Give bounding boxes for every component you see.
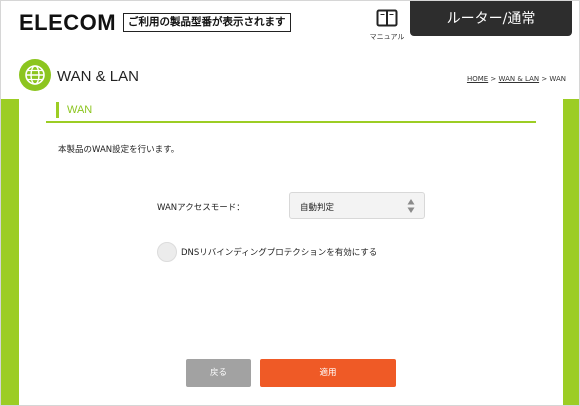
breadcrumb: HOME > WAN & LAN > WAN [467,75,566,83]
breadcrumb-separator: > [488,75,499,83]
right-accent-band [563,99,579,405]
page-title: WAN & LAN [57,68,139,85]
section-divider [46,121,536,123]
breadcrumb-home-link[interactable]: HOME [467,75,488,83]
updown-arrows-icon [407,198,415,214]
apply-button[interactable]: 適用 [260,359,396,387]
elecom-logo: ELECOM [19,10,117,35]
breadcrumb-separator: > [539,75,550,83]
book-icon [376,9,398,31]
section-title: WAN [56,102,92,118]
dns-rebinding-label: DNSリバインディングプロテクションを有効にする [181,248,378,258]
back-button[interactable]: 戻る [186,359,251,387]
wan-mode-value: 自動判定 [300,203,335,213]
globe-icon [19,59,51,91]
wan-mode-label: WANアクセスモード： [157,203,245,213]
page-frame: ELECOM ご利用の製品型番が表示されます マニュアル ルーター/通常 WAN… [0,0,580,406]
breadcrumb-wan-lan-link[interactable]: WAN & LAN [499,75,540,83]
dns-rebinding-option[interactable]: DNSリバインディングプロテクションを有効にする [157,242,377,262]
router-mode-button[interactable]: ルーター/通常 [410,1,572,36]
breadcrumb-current: WAN [549,75,566,83]
product-model-tag: ご利用の製品型番が表示されます [123,13,291,32]
dns-rebinding-checkbox[interactable] [157,242,177,262]
left-accent-band [1,99,19,405]
wan-mode-select[interactable]: 自動判定 [289,192,425,219]
section-description: 本製品のWAN設定を行います。 [58,145,180,155]
manual-label: マニュアル [369,33,405,41]
manual-link[interactable]: マニュアル [369,9,405,42]
